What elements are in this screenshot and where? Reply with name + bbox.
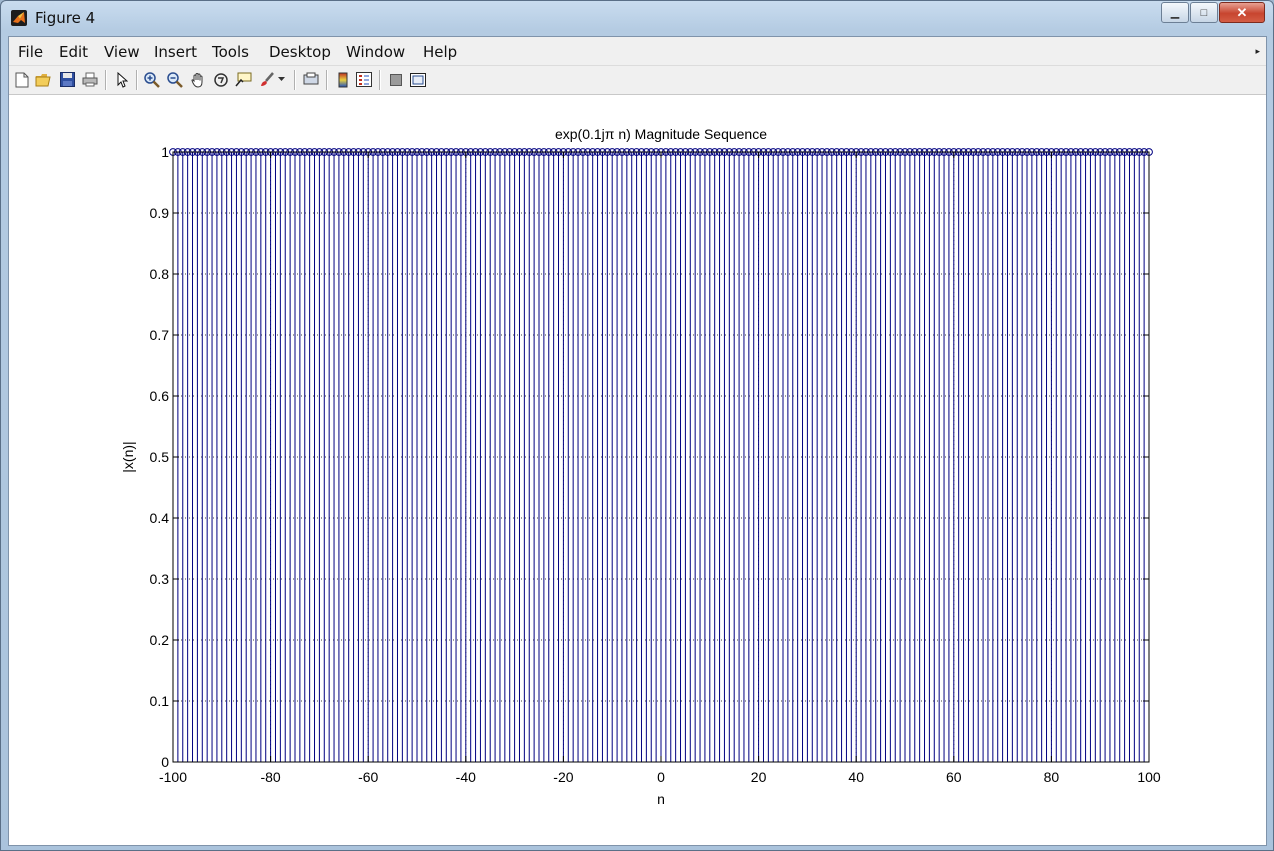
menu-window[interactable]: Window [346, 43, 405, 61]
y-tick-label: 0.1 [150, 693, 170, 709]
toolbar-separator [105, 70, 107, 90]
y-tick-label: 1 [161, 144, 169, 160]
menu-edit[interactable]: Edit [59, 43, 88, 61]
x-tick-label: -40 [456, 769, 476, 785]
matlab-app-icon [11, 10, 27, 26]
brush-dropdown-icon[interactable] [277, 71, 286, 88]
menu-bar: File Edit View Insert Tools Desktop Wind… [9, 37, 1266, 66]
toolbar-separator [379, 70, 381, 90]
menu-desktop[interactable]: Desktop [269, 43, 331, 61]
maximize-button[interactable]: □ [1190, 2, 1218, 23]
hide-plot-tools-icon[interactable] [387, 71, 404, 88]
print-icon[interactable] [81, 71, 98, 88]
minimize-button[interactable]: ▁ [1161, 2, 1189, 23]
x-tick-label: -20 [553, 769, 573, 785]
y-tick-label: 0.8 [150, 266, 170, 282]
y-tick-label: 0.3 [150, 571, 170, 587]
y-tick-label: 0.7 [150, 327, 170, 343]
save-icon[interactable] [59, 71, 76, 88]
x-tick-label: -60 [358, 769, 378, 785]
menu-insert[interactable]: Insert [154, 43, 197, 61]
close-button[interactable]: ✕ [1219, 2, 1265, 23]
y-tick-label: 0.4 [150, 510, 170, 526]
y-axis-label: |x(n)| [120, 441, 136, 472]
title-bar[interactable]: Figure 4 ▁ □ ✕ [1, 1, 1273, 35]
zoom-out-icon[interactable] [166, 71, 183, 88]
x-tick-label: 80 [1044, 769, 1060, 785]
menu-view[interactable]: View [104, 43, 140, 61]
stem-plot[interactable]: -100 -80 -60 -40 -20 0 20 40 60 80 100 0 0.1 0.2 0.3 0.… [9, 95, 1266, 845]
brush-icon[interactable] [258, 71, 275, 88]
show-plot-tools-icon[interactable] [409, 71, 426, 88]
pan-hand-icon[interactable] [189, 71, 206, 88]
y-tick-label: 0.9 [150, 205, 170, 221]
insert-colorbar-icon[interactable] [334, 71, 351, 88]
menu-file[interactable]: File [18, 43, 43, 61]
toolbar-separator [136, 70, 138, 90]
x-tick-label: 100 [1137, 769, 1161, 785]
link-plot-icon[interactable] [302, 71, 319, 88]
data-cursor-icon[interactable] [235, 71, 252, 88]
y-tick-label: 0.6 [150, 388, 170, 404]
x-tick-label: 60 [946, 769, 962, 785]
x-tick-label: 40 [848, 769, 864, 785]
chart-title: exp(0.1jπ n) Magnitude Sequence [555, 126, 767, 142]
toolbar-separator [326, 70, 328, 90]
figure-toolbar [9, 66, 1266, 95]
x-axis-label: n [657, 791, 665, 807]
figure-canvas[interactable]: -100 -80 -60 -40 -20 0 20 40 60 80 100 0 0.1 0.2 0.3 0.… [9, 95, 1266, 845]
caption-buttons: ▁ □ ✕ [1160, 2, 1265, 23]
x-tick-label: -80 [260, 769, 280, 785]
x-tick-label: 0 [657, 769, 665, 785]
edit-plot-arrow-icon[interactable] [113, 71, 130, 88]
y-tick-label: 0.5 [150, 449, 170, 465]
new-figure-icon[interactable] [13, 71, 30, 88]
y-tick-label: 0.2 [150, 632, 170, 648]
window-title: Figure 4 [35, 9, 96, 27]
menu-overflow-arrow-icon[interactable]: ▸ [1255, 46, 1260, 57]
figure-client-area: File Edit View Insert Tools Desktop Wind… [8, 36, 1267, 846]
insert-legend-icon[interactable] [355, 71, 372, 88]
rotate-3d-icon[interactable] [212, 71, 229, 88]
x-tick-label: 20 [751, 769, 767, 785]
y-tick-label: 0 [161, 754, 169, 770]
zoom-in-icon[interactable] [143, 71, 160, 88]
menu-help[interactable]: Help [423, 43, 457, 61]
menu-tools[interactable]: Tools [212, 43, 249, 61]
open-file-icon[interactable] [35, 71, 52, 88]
x-tick-label: -100 [159, 769, 187, 785]
figure-window: Figure 4 ▁ □ ✕ File Edit View Insert Too… [0, 0, 1274, 851]
toolbar-separator [294, 70, 296, 90]
